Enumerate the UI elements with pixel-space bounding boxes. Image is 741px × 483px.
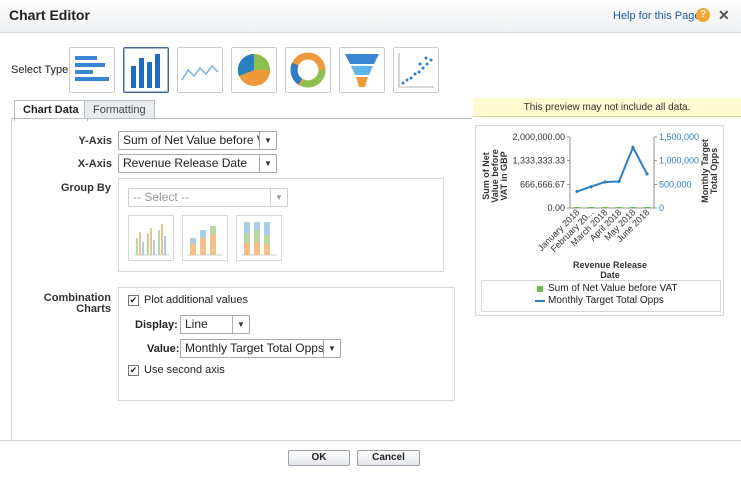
dialog-title: Chart Editor: [9, 7, 90, 23]
type-vertical-bar-button[interactable]: [123, 47, 169, 93]
help-icon[interactable]: ?: [696, 8, 710, 22]
y-axis-title: Sum of Net Value before VAT in GBP: [481, 149, 509, 203]
full-stacked-bar-icon: [242, 222, 277, 256]
line-point: [589, 185, 593, 189]
tab-formatting[interactable]: Formatting: [84, 100, 155, 119]
x-axis-select[interactable]: Revenue Release Date ▼: [118, 154, 277, 173]
preview-note: This preview may not include all data.: [473, 98, 741, 117]
type-pie-button[interactable]: [231, 47, 277, 93]
x-axis-title: Revenue ReleaseDate: [573, 260, 647, 280]
chevron-down-icon: ▼: [270, 189, 287, 206]
value-select[interactable]: Monthly Target Total Opps ▼: [180, 339, 341, 358]
grouped-bar-style-option[interactable]: [128, 215, 174, 261]
combination-charts-box: ✔ Plot additional values Display: Line ▼…: [118, 287, 455, 401]
chevron-down-icon: ▼: [232, 316, 249, 333]
y-axis-value: Sum of Net Value before VAT: [123, 133, 277, 147]
cancel-button[interactable]: Cancel: [357, 450, 420, 466]
line-point: [575, 189, 579, 194]
y2-tick-label: 500,000: [659, 179, 692, 189]
chevron-down-icon: ▼: [323, 340, 340, 357]
legend-bar-swatch: [537, 286, 543, 292]
full-stacked-bar-style-option[interactable]: [236, 215, 282, 261]
plot-additional-label: Plot additional values: [144, 294, 248, 306]
legend-line-swatch: [535, 300, 545, 302]
close-icon[interactable]: ✕: [718, 7, 730, 24]
second-axis-label: Use second axis: [144, 364, 225, 376]
grouped-bar-icon: [134, 224, 169, 256]
y-axis-ticks: 2,000,000.00 1,333,333.33 666,666.67 0.00: [512, 132, 565, 213]
display-value: Line: [185, 317, 208, 331]
value-label: Value:: [147, 343, 180, 355]
group-by-placeholder: -- Select --: [133, 190, 190, 204]
y2-axis-ticks: 1,500,000 1,000,000 500,000 0: [659, 132, 699, 213]
legend-bar-label: Sum of Net Value before VAT: [548, 283, 678, 294]
stacked-bar-style-option[interactable]: [182, 215, 228, 261]
footer-divider: [0, 440, 741, 441]
y-tick-label: 0.00: [547, 203, 565, 213]
y-axis-title-line: VAT in GBP: [499, 151, 509, 200]
line-series: [575, 145, 649, 194]
type-funnel-button[interactable]: [339, 47, 385, 93]
select-type-label: Select Type:: [11, 64, 72, 76]
x-axis-label: X-Axis: [77, 158, 112, 170]
help-link[interactable]: Help for this Page: [613, 10, 700, 22]
y-tick-label: 1,333,333.33: [512, 156, 565, 166]
group-by-label: Group By: [60, 182, 111, 194]
y-axis-select[interactable]: Sum of Net Value before VAT ▼: [118, 131, 277, 150]
y-tick-label: 2,000,000.00: [512, 132, 565, 142]
type-donut-button[interactable]: [285, 47, 331, 93]
type-line-button[interactable]: [177, 47, 223, 93]
stacked-bar-icon: [188, 226, 223, 256]
y2-tick-label: 0: [659, 203, 664, 213]
chart-legend: Sum of Net Value before VAT Monthly Targ…: [481, 280, 721, 312]
y2-tick-label: 1,500,000: [659, 132, 699, 142]
display-select[interactable]: Line ▼: [180, 315, 250, 334]
chevron-down-icon: ▼: [259, 155, 276, 172]
x-axis-title-line: Date: [600, 270, 620, 280]
type-scatter-button[interactable]: [393, 47, 439, 93]
line-point: [617, 179, 621, 184]
legend-line-label: Monthly Target Total Opps: [548, 295, 664, 306]
y2-axis-title-line: Total Opps: [709, 148, 719, 194]
y2-tick-label: 1,000,000: [659, 156, 699, 166]
title-bar: Chart Editor Help for this Page ? ✕: [0, 0, 741, 33]
plot-additional-checkbox[interactable]: ✔: [128, 295, 139, 306]
second-axis-checkbox[interactable]: ✔: [128, 365, 139, 376]
chart-gridlines: [567, 136, 657, 209]
funnel-chart-icon: [345, 54, 379, 87]
pie-chart-icon: [237, 53, 271, 86]
y2-axis-title: Monthly Target Total Opps: [700, 139, 719, 203]
group-by-box: -- Select -- ▼: [118, 178, 444, 272]
value-value: Monthly Target Total Opps: [185, 341, 324, 355]
type-horizontal-bar-button[interactable]: [69, 47, 115, 93]
ok-button[interactable]: OK: [288, 450, 350, 466]
x-axis-title-line: Revenue Release: [573, 260, 647, 270]
horizontal-bar-icon: [75, 56, 109, 81]
chevron-down-icon: ▼: [259, 132, 276, 149]
scatter-chart-icon: [398, 53, 434, 88]
x-axis-value: Revenue Release Date: [123, 156, 248, 170]
y-axis-label: Y-Axis: [78, 135, 112, 147]
line-path: [576, 145, 648, 193]
donut-chart-icon: [290, 52, 326, 88]
line-point: [603, 180, 607, 184]
vertical-bar-icon: [131, 54, 160, 88]
combination-charts-label-line2: Charts: [76, 303, 111, 315]
display-label: Display:: [135, 319, 178, 331]
line-chart-icon: [181, 64, 219, 81]
group-by-select[interactable]: -- Select -- ▼: [128, 188, 288, 207]
x-axis-ticks: January 2018February 20...March 2018Apri…: [536, 207, 652, 254]
y-tick-label: 666,666.67: [520, 179, 565, 189]
line-point: [631, 145, 635, 150]
line-point: [645, 172, 649, 176]
